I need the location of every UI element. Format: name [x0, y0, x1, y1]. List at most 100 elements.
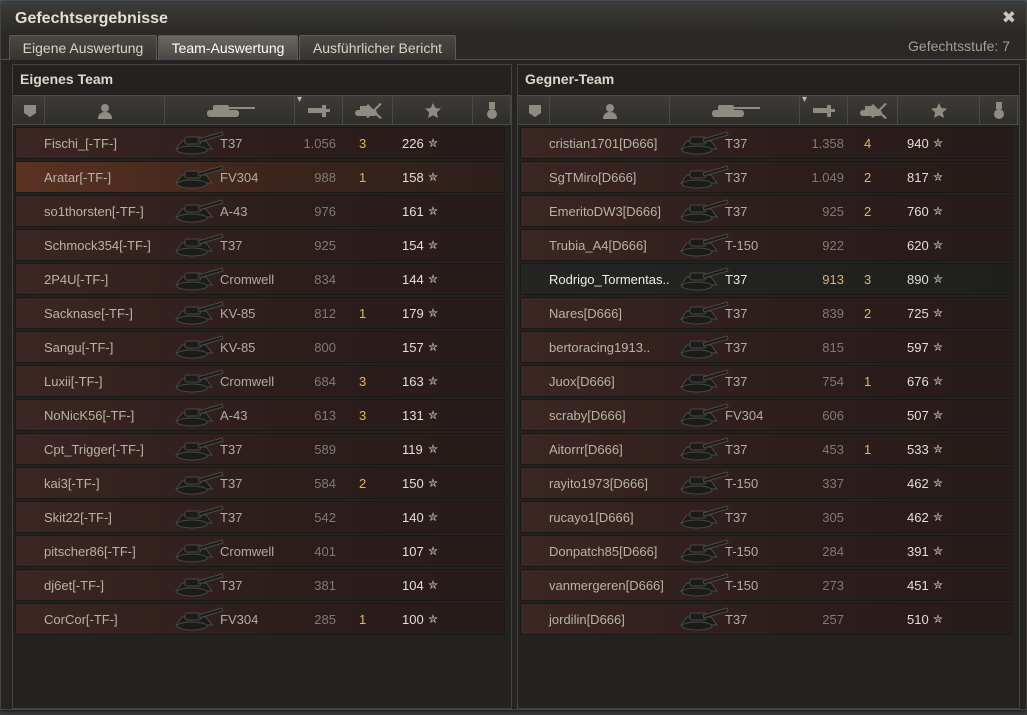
sort-xp-icon[interactable]: [898, 96, 980, 125]
damage-value: 337: [822, 476, 844, 491]
tank-name: T37: [725, 442, 748, 457]
player-row[interactable]: Cpt_Trigger[-TF-] T37 589 119 ✮: [15, 433, 505, 465]
tank-icon: [677, 606, 729, 632]
xp-value: 131: [402, 408, 424, 423]
damage-value: 834: [314, 272, 336, 287]
xp-icon: ✮: [428, 442, 439, 456]
tank-name: A-43: [220, 408, 248, 423]
xp-value: 161: [402, 204, 424, 219]
sort-damage-icon[interactable]: ▾: [295, 94, 343, 125]
player-row[interactable]: Schmock354[-TF-] T37 925 154 ✮: [15, 229, 505, 261]
tank-icon: [172, 470, 224, 496]
sort-player-icon[interactable]: [45, 96, 165, 125]
tank-icon: [172, 436, 224, 462]
player-row[interactable]: Aitorrr[D666] T37 453 1 533 ✮: [520, 433, 1013, 465]
player-row[interactable]: Sangu[-TF-] KV-85 800 157 ✮: [15, 331, 505, 363]
window-title: Gefechtsergebnisse: [15, 10, 168, 27]
player-row[interactable]: Luxii[-TF-] Cromwell 684 3 163 ✮: [15, 365, 505, 397]
player-row[interactable]: Rodrigo_Tormentas.. T37 913 3 890 ✮: [520, 263, 1013, 295]
sort-tank-icon[interactable]: [670, 96, 800, 125]
player-name: Trubia_A4[D666]: [549, 238, 647, 253]
xp-icon: ✮: [933, 238, 944, 252]
player-name: NoNicK56[-TF-]: [44, 408, 135, 423]
player-name: Sangu[-TF-]: [44, 340, 114, 355]
sort-player-icon[interactable]: [550, 96, 670, 125]
tank-icon: [172, 368, 224, 394]
tank-icon: [172, 538, 224, 564]
damage-value: 305: [822, 510, 844, 525]
sort-damage-icon[interactable]: ▾: [800, 94, 848, 125]
tank-name: T37: [725, 170, 748, 185]
tank-icon: [172, 606, 224, 632]
sort-squad-icon[interactable]: [520, 96, 550, 125]
player-row[interactable]: NoNicK56[-TF-] A-43 613 3 131 ✮: [15, 399, 505, 431]
xp-value: 150: [402, 476, 424, 491]
close-icon[interactable]: ✖: [1002, 8, 1016, 28]
tab-ausfuehrlicher-bericht[interactable]: Ausführlicher Bericht: [299, 35, 456, 60]
tank-icon: [677, 164, 729, 190]
player-row[interactable]: Aratar[-TF-] FV304 988 1 158 ✮: [15, 161, 505, 193]
tank-icon: [677, 470, 729, 496]
xp-icon: ✮: [933, 442, 944, 456]
kills-value: 2: [359, 476, 367, 491]
sort-medal-icon[interactable]: [980, 96, 1018, 125]
player-row[interactable]: Sacknase[-TF-] KV-85 812 1 179 ✮: [15, 297, 505, 329]
sort-kills-icon[interactable]: [848, 96, 898, 125]
tank-name: T37: [220, 238, 243, 253]
xp-icon: ✮: [933, 272, 944, 286]
tank-icon: [677, 436, 729, 462]
xp-icon: ✮: [428, 272, 439, 286]
kills-value: 4: [864, 136, 872, 151]
sort-arrow-icon: ▾: [802, 94, 808, 105]
sort-squad-icon[interactable]: [15, 96, 45, 125]
sort-tank-icon[interactable]: [165, 96, 295, 125]
player-row[interactable]: Skit22[-TF-] T37 542 140 ✮: [15, 501, 505, 533]
xp-icon: ✮: [428, 544, 439, 558]
xp-value: 163: [402, 374, 424, 389]
sort-kills-icon[interactable]: [343, 96, 393, 125]
player-row[interactable]: rucayo1[D666] T37 305 462 ✮: [520, 501, 1013, 533]
player-row[interactable]: kai3[-TF-] T37 584 2 150 ✮: [15, 467, 505, 499]
player-row[interactable]: Donpatch85[D666] T-150 284 391 ✮: [520, 535, 1013, 567]
player-row[interactable]: Juox[D666] T37 754 1 676 ✮: [520, 365, 1013, 397]
player-name: Sacknase[-TF-]: [44, 306, 133, 321]
player-row[interactable]: Fischi_[-TF-] T37 1.056 3 226 ✮: [15, 127, 505, 159]
damage-value: 839: [822, 306, 844, 321]
tank-icon: [677, 266, 729, 292]
tab-team-auswertung[interactable]: Team-Auswertung: [158, 35, 298, 60]
player-row[interactable]: Nares[D666] T37 839 2 725 ✮: [520, 297, 1013, 329]
tank-name: T37: [220, 136, 243, 151]
player-row[interactable]: pitscher86[-TF-] Cromwell 401 107 ✮: [15, 535, 505, 567]
player-row[interactable]: dj6et[-TF-] T37 381 104 ✮: [15, 569, 505, 601]
xp-value: 940: [907, 136, 929, 151]
sort-medal-icon[interactable]: [473, 96, 511, 125]
player-row[interactable]: rayito1973[D666] T-150 337 462 ✮: [520, 467, 1013, 499]
player-row[interactable]: Trubia_A4[D666] T-150 922 620 ✮: [520, 229, 1013, 261]
player-row[interactable]: SgTMiro[D666] T37 1.049 2 817 ✮: [520, 161, 1013, 193]
xp-value: 890: [907, 272, 929, 287]
xp-icon: ✮: [428, 204, 439, 218]
kills-value: 3: [359, 374, 367, 389]
xp-icon: ✮: [933, 374, 944, 388]
player-name: rucayo1[D666]: [549, 510, 634, 525]
xp-icon: ✮: [933, 170, 944, 184]
player-row[interactable]: scraby[D666] FV304 606 507 ✮: [520, 399, 1013, 431]
player-row[interactable]: cristian1701[D666] T37 1.358 4 940 ✮: [520, 127, 1013, 159]
tank-icon: [172, 334, 224, 360]
tank-icon: [677, 300, 729, 326]
xp-icon: ✮: [933, 578, 944, 592]
damage-value: 976: [314, 204, 336, 219]
player-row[interactable]: vanmergeren[D666] T-150 273 451 ✮: [520, 569, 1013, 601]
player-row[interactable]: CorCor[-TF-] FV304 285 1 100 ✮: [15, 603, 505, 635]
tab-eigene-auswertung[interactable]: Eigene Auswertung: [9, 35, 157, 60]
tank-name: T37: [725, 272, 748, 287]
player-row[interactable]: bertoracing1913.. T37 815 597 ✮: [520, 331, 1013, 363]
damage-value: 584: [314, 476, 336, 491]
player-row[interactable]: jordilin[D666] T37 257 510 ✮: [520, 603, 1013, 635]
player-name: so1thorsten[-TF-]: [44, 204, 144, 219]
player-row[interactable]: EmeritoDW3[D666] T37 925 2 760 ✮: [520, 195, 1013, 227]
player-row[interactable]: so1thorsten[-TF-] A-43 976 161 ✮: [15, 195, 505, 227]
xp-icon: ✮: [428, 510, 439, 524]
sort-xp-icon[interactable]: [393, 96, 473, 125]
player-row[interactable]: 2P4U[-TF-] Cromwell 834 144 ✮: [15, 263, 505, 295]
